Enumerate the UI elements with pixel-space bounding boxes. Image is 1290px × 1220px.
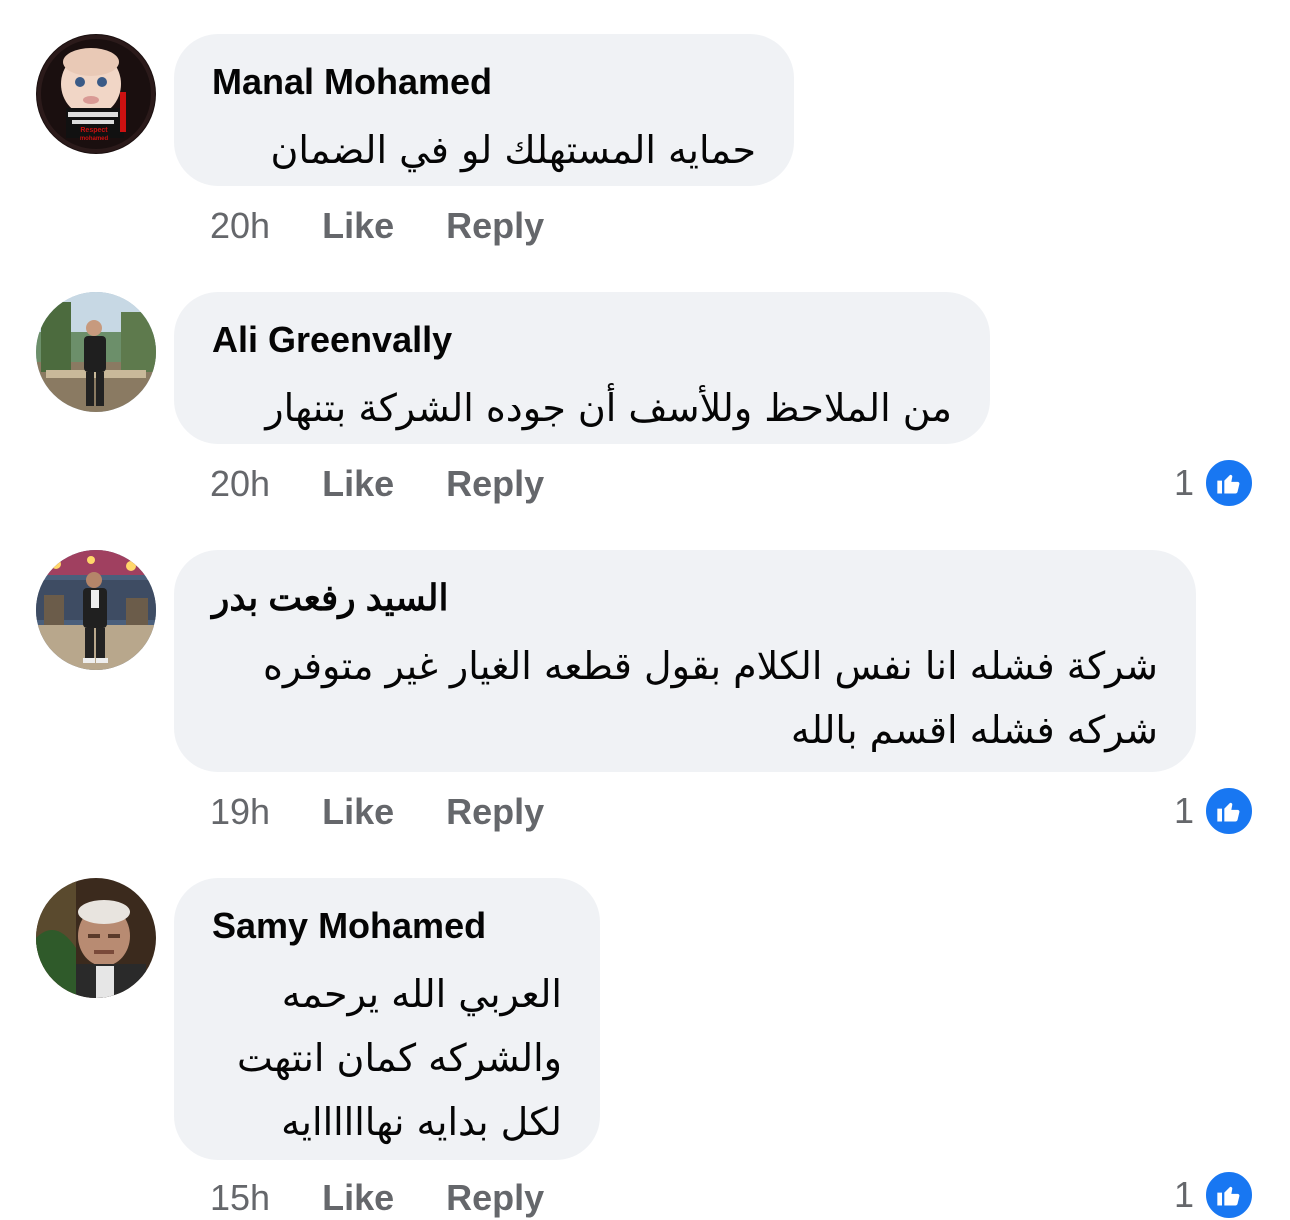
man-outdoor-avatar-icon: [36, 292, 156, 412]
reaction-count: 1: [1173, 790, 1194, 831]
comment-text-line: من الملاحظ وللأسف أن جوده الشركة بتنهار: [265, 386, 952, 430]
comment-time[interactable]: 19h: [210, 791, 270, 832]
comment-text: حمايه المستهلك لو في الضمان: [212, 118, 756, 182]
comment-author[interactable]: السيد رفعت بدر: [212, 576, 1158, 620]
comment-text: شركة فشله انا نفس الكلام بقول قطعه الغيا…: [212, 634, 1158, 762]
comment-author[interactable]: Manal Mohamed: [212, 60, 756, 104]
reply-button[interactable]: Reply: [446, 463, 544, 504]
thumbs-up-icon: [1204, 1170, 1254, 1220]
comment-time[interactable]: 15h: [210, 1177, 270, 1218]
like-button[interactable]: Like: [322, 1177, 394, 1218]
avatar[interactable]: Respect mohamed: [36, 34, 156, 154]
svg-text:mohamed: mohamed: [80, 136, 109, 142]
comment-text-line: العربي الله يرحمه: [281, 972, 562, 1016]
baby-photo-avatar-icon: Respect mohamed: [36, 34, 156, 154]
avatar[interactable]: [36, 292, 156, 412]
comment-time[interactable]: 20h: [210, 205, 270, 246]
comment-bubble: Samy Mohamed العربي الله يرحمه والشركه ك…: [174, 878, 600, 1160]
comment-text-line: والشركه كمان انتهت: [237, 1036, 562, 1080]
avatar[interactable]: [36, 550, 156, 670]
reaction-count: 1: [1173, 462, 1194, 503]
comment-text: من الملاحظ وللأسف أن جوده الشركة بتنهار: [212, 376, 952, 440]
like-button[interactable]: Like: [322, 791, 394, 832]
reply-button[interactable]: Reply: [446, 1177, 544, 1218]
comment-bubble: Manal Mohamed حمايه المستهلك لو في الضما…: [174, 34, 794, 186]
thumbs-up-icon: [1204, 786, 1254, 836]
comment-actions: 19h Like Reply: [210, 792, 544, 832]
comment-text-line: حمايه المستهلك لو في الضمان: [270, 128, 756, 172]
reply-button[interactable]: Reply: [446, 205, 544, 246]
man-party-avatar-icon: [36, 550, 156, 670]
reaction-count: 1: [1173, 1174, 1194, 1215]
comment-text-line: لكل بدايه نهاااااايه: [281, 1100, 562, 1144]
comment-text: العربي الله يرحمه والشركه كمان انتهت لكل…: [212, 962, 562, 1154]
comment-bubble: السيد رفعت بدر شركة فشله انا نفس الكلام …: [174, 550, 1196, 772]
comment-author[interactable]: Samy Mohamed: [212, 904, 562, 948]
comment-author[interactable]: Ali Greenvally: [212, 318, 952, 362]
thumbs-up-icon: [1204, 458, 1254, 508]
svg-text:Respect: Respect: [80, 127, 108, 134]
comment-text-line: شركه فشله اقسم بالله: [790, 708, 1158, 752]
like-button[interactable]: Like: [322, 463, 394, 504]
reaction-summary[interactable]: 1: [1174, 786, 1254, 836]
reaction-summary[interactable]: 1: [1174, 1170, 1254, 1220]
older-man-avatar-icon: [36, 878, 156, 998]
avatar[interactable]: [36, 878, 156, 998]
like-button[interactable]: Like: [322, 205, 394, 246]
comment-text-line: شركة فشله انا نفس الكلام بقول قطعه الغيا…: [262, 644, 1158, 688]
reply-button[interactable]: Reply: [446, 791, 544, 832]
comment-actions: 20h Like Reply: [210, 464, 544, 504]
comment-actions: 20h Like Reply: [210, 206, 544, 246]
comment-bubble: Ali Greenvally من الملاحظ وللأسف أن جوده…: [174, 292, 990, 444]
comment-actions: 15h Like Reply: [210, 1178, 544, 1218]
comment-time[interactable]: 20h: [210, 463, 270, 504]
reaction-summary[interactable]: 1: [1174, 458, 1254, 508]
